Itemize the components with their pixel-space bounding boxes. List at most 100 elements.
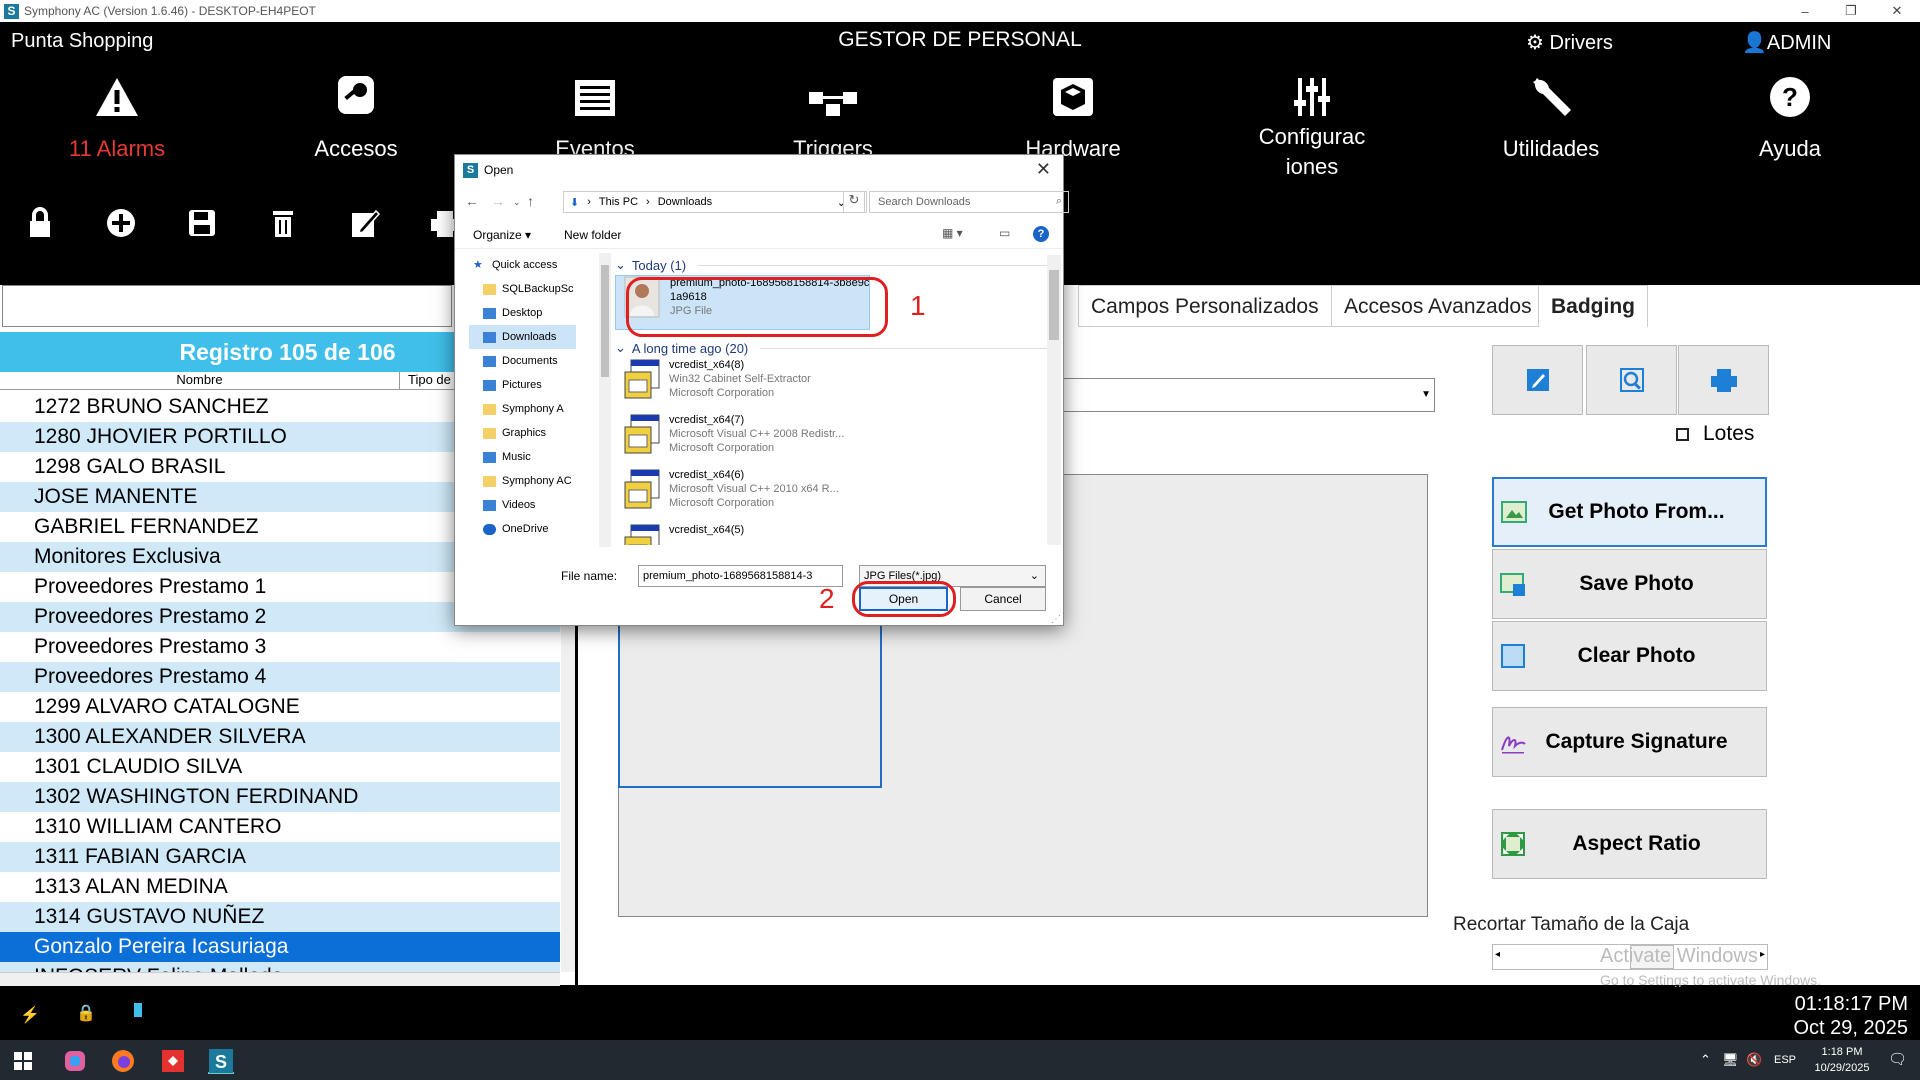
firefox-icon[interactable] (110, 1048, 136, 1074)
nav-item[interactable]: Graphics (469, 421, 576, 445)
restore-button[interactable]: ❐ (1828, 0, 1874, 22)
address-bar[interactable]: ⬇ › This PC › Downloads ⌄ (563, 191, 867, 213)
capture-signature-button[interactable]: Capture Signature (1492, 707, 1767, 777)
ribbon-ayuda[interactable]: ? Ayuda (1690, 68, 1890, 164)
slider-right-arrow-icon[interactable]: ▸ (1760, 949, 1765, 960)
new-folder-button[interactable]: New folder (564, 228, 621, 242)
lock-icon[interactable] (22, 205, 58, 241)
table-row[interactable]: 1302 WASHINGTON FERDINAND (0, 782, 560, 812)
table-row[interactable]: Gonzalo Pereira Icasuriaga (0, 932, 560, 962)
table-row[interactable]: 1301 CLAUDIO SILVA (0, 752, 560, 782)
nav-item[interactable]: Music (469, 445, 576, 469)
badge-template-select[interactable]: ▼ (1060, 378, 1435, 412)
anydesk-icon[interactable] (160, 1048, 186, 1074)
nav-pane-scroll-thumb[interactable] (601, 265, 609, 377)
volume-muted-icon[interactable]: 🔇 (1746, 1052, 1762, 1068)
network-icon[interactable]: 🖥 (1722, 1052, 1739, 1068)
refresh-icon[interactable]: ↻ (843, 191, 865, 213)
minimize-button[interactable]: – (1782, 0, 1828, 22)
ribbon-triggers[interactable]: Triggers (733, 68, 933, 164)
dialog-search-input[interactable]: Search Downloads ⌕ (869, 191, 1069, 213)
clear-photo-button[interactable]: Clear Photo (1492, 621, 1767, 691)
nav-item[interactable]: Pictures (469, 373, 576, 397)
table-row[interactable]: Proveedores Prestamo 3 (0, 632, 560, 662)
tab-accesos-avanzados[interactable]: Accesos Avanzados (1331, 285, 1545, 327)
edit-badge-button[interactable] (1492, 345, 1583, 415)
cancel-button[interactable]: Cancel (960, 587, 1046, 611)
tab-campos-personalizados[interactable]: Campos Personalizados (1078, 285, 1332, 327)
file-item[interactable]: vcredist_x64(6) Microsoft Visual C++ 2010… (615, 468, 1055, 523)
drivers-link[interactable]: ⚙ Drivers (1526, 30, 1613, 55)
organize-button[interactable]: Organize ▾ (473, 228, 531, 242)
slider-left-arrow-icon[interactable]: ◂ (1495, 949, 1500, 960)
get-photo-button[interactable]: Get Photo From... (1492, 477, 1767, 547)
table-row[interactable]: 1311 FABIAN GARCIA (0, 842, 560, 872)
table-row[interactable]: 1299 ALVARO CATALOGNE (0, 692, 560, 722)
nav-item[interactable]: OneDrive (469, 517, 576, 541)
symphony-taskbar-icon[interactable]: S (208, 1048, 234, 1074)
up-arrow-icon[interactable]: ↑ (527, 193, 534, 209)
ribbon-hardware[interactable]: Hardware (973, 68, 1173, 164)
file-list-scroll-thumb[interactable] (1049, 270, 1059, 340)
group-old[interactable]: ⌄ A long time ago (20) (615, 338, 1055, 358)
dialog-help-icon[interactable]: ? (1033, 226, 1049, 242)
file-item[interactable]: vcredist_x64(5) (615, 523, 1055, 545)
delete-icon[interactable] (265, 205, 301, 241)
ribbon-utilidades[interactable]: Utilidades (1451, 68, 1651, 164)
tray-chevron-icon[interactable]: ⌃ (1700, 1052, 1711, 1068)
language-indicator[interactable]: ESP (1774, 1054, 1796, 1066)
nav-item[interactable]: Symphony A (469, 397, 576, 421)
path-this-pc[interactable]: This PC (599, 196, 638, 208)
table-row[interactable]: 1314 GUSTAVO NUÑEZ (0, 902, 560, 932)
forward-arrow-icon[interactable]: → (491, 193, 505, 209)
ribbon-eventos[interactable]: Eventos (495, 68, 695, 164)
file-item[interactable]: vcredist_x64(8) Win32 Cabinet Self-Extrac… (615, 358, 1055, 413)
ribbon-accesos[interactable]: Accesos (256, 68, 456, 164)
column-tipo[interactable]: Tipo de (408, 372, 451, 387)
tray-time[interactable]: 1:18 PM (1804, 1046, 1880, 1058)
table-row[interactable]: 1310 WILLIAM CANTERO (0, 812, 560, 842)
path-downloads[interactable]: Downloads (658, 196, 712, 208)
windows-start-icon[interactable] (10, 1048, 36, 1074)
tray-date[interactable]: 10/29/2025 (1804, 1062, 1880, 1074)
nav-item[interactable]: Desktop (469, 301, 576, 325)
resize-grip-icon[interactable]: ⋰ (1051, 614, 1061, 625)
nav-item[interactable]: SQLBackupSc (469, 277, 576, 301)
close-button[interactable]: ✕ (1874, 0, 1920, 22)
column-nombre[interactable]: Nombre (0, 372, 400, 390)
print-badge-button[interactable] (1678, 345, 1769, 415)
people-search-input[interactable] (2, 285, 452, 327)
list-horizontal-scrollbar[interactable] (0, 972, 560, 986)
ribbon-alarms[interactable]: 11 Alarms (17, 68, 217, 164)
add-icon[interactable] (103, 205, 139, 241)
back-arrow-icon[interactable]: ← (465, 193, 479, 209)
table-row[interactable]: 1313 ALAN MEDINA (0, 872, 560, 902)
photo-frame[interactable] (618, 610, 882, 788)
preview-badge-button[interactable] (1586, 345, 1677, 415)
nav-item[interactable]: ★ Quick access (469, 253, 576, 277)
view-options-icon[interactable]: ▦ ▾ (942, 226, 963, 240)
ribbon-configuraciones[interactable]: Configurac iones (1212, 68, 1412, 182)
nav-item[interactable]: Symphony AC (469, 469, 576, 493)
edit-icon[interactable] (346, 205, 382, 241)
nav-item[interactable]: Videos (469, 493, 576, 517)
dialog-close-icon[interactable]: ✕ (1036, 159, 1051, 180)
table-row[interactable]: 1300 ALEXANDER SILVERA (0, 722, 560, 752)
annotation-ring-open (852, 581, 956, 617)
save-photo-button[interactable]: Save Photo (1492, 549, 1767, 619)
nav-item[interactable]: Documents (469, 349, 576, 373)
tab-badging[interactable]: Badging (1538, 285, 1648, 327)
save-icon[interactable] (184, 205, 220, 241)
file-name-input[interactable]: premium_photo-1689568158814-3 (638, 565, 843, 587)
notification-icon[interactable]: 🗨 (1888, 1050, 1907, 1068)
aspect-ratio-button[interactable]: Aspect Ratio (1492, 809, 1767, 879)
group-today[interactable]: ⌄ Today (1) (615, 255, 1055, 275)
lotes-checkbox[interactable]: Lotes (1676, 422, 1754, 446)
nav-item[interactable]: Downloads (469, 325, 576, 349)
table-row[interactable]: Proveedores Prestamo 4 (0, 662, 560, 692)
file-item[interactable]: vcredist_x64(7) Microsoft Visual C++ 2008… (615, 413, 1055, 468)
user-menu[interactable]: 👤ADMIN (1742, 30, 1831, 55)
preview-pane-icon[interactable]: ▭ (999, 226, 1010, 240)
recent-chevron-icon[interactable]: ⌄ (513, 197, 521, 208)
copilot-icon[interactable] (62, 1048, 88, 1074)
